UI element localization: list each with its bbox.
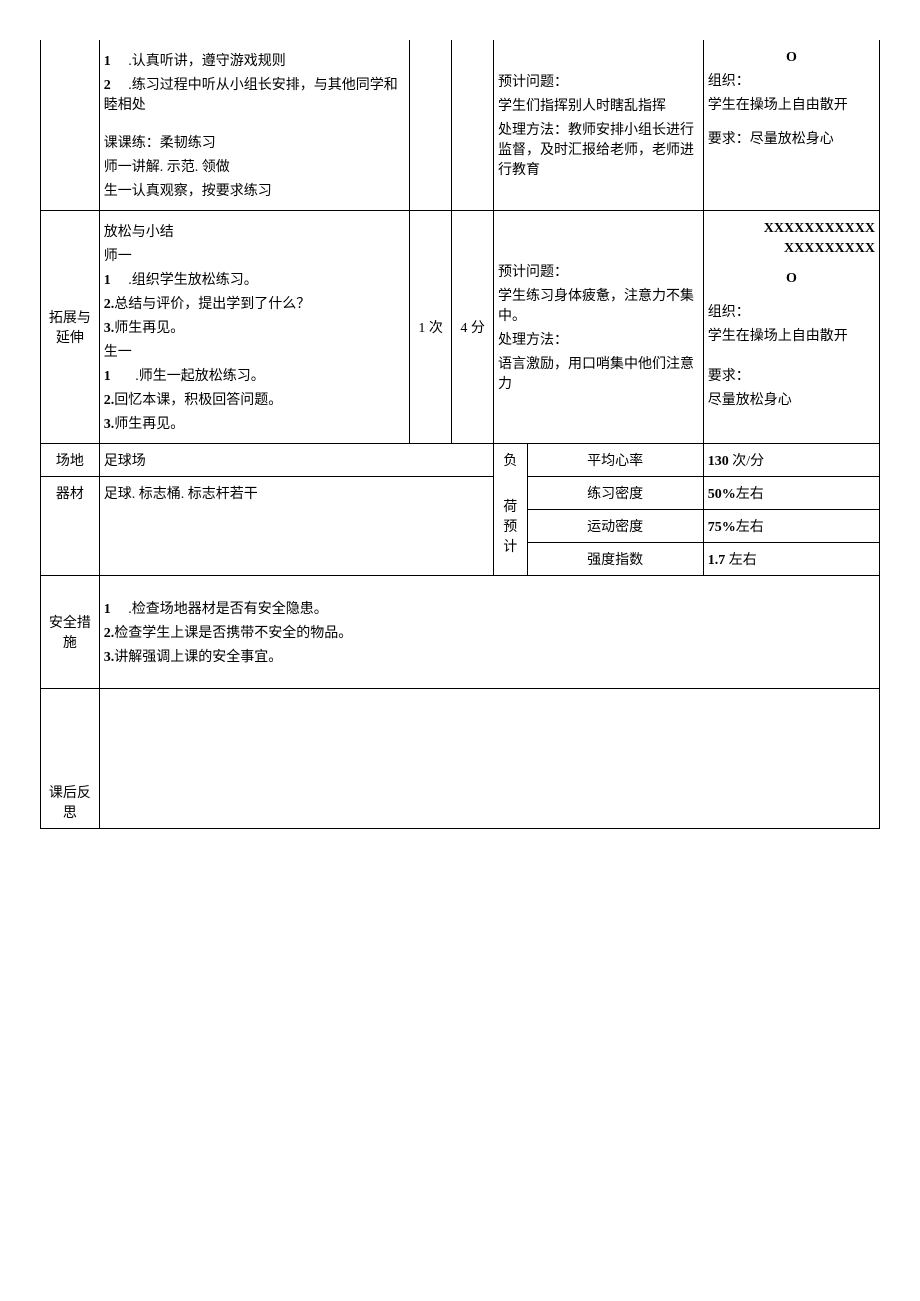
num: 2 [104,78,111,93]
metric-label: 强度指数 [527,543,703,576]
txt: 学生练习身体疲惫，注意力不集中。 [498,285,699,325]
txt: 学生在操场上自由散开 [708,94,875,114]
table-row: 拓展与延伸 放松与小结 师一 1 .组织学生放松练习。 2.总结与评价，提出学到… [41,211,880,444]
table-row: 强度指数 1.7 左右 [41,543,880,576]
num: 1 [104,54,111,69]
metric-label: 练习密度 [527,477,703,510]
txt: 生一 [104,341,405,361]
txt: 学生在操场上自由散开 [708,325,875,345]
num: 3. [104,650,115,665]
table-row: 场地 足球场 负 平均心率 130 次/分 [41,444,880,477]
empty-cell [452,40,494,211]
marker-x: XXXXXXXXX [708,241,875,257]
problem-cell: 预计问题： 学生们指挥别人时瞎乱指挥 处理方法：教师安排小组长进行监督，及时汇报… [494,40,704,211]
txt: 语言激励，用口哨集中他们注意力 [498,353,699,393]
txt: 要求：尽量放松身心 [708,128,875,148]
num: 1 [104,369,111,384]
reflection-content [99,689,879,829]
txt: 处理方法：教师安排小组长进行监督，及时汇报给老师，老师进行教育 [498,119,699,179]
num: 2. [104,626,115,641]
val-num: 130 [708,454,729,469]
txt: 师一 [104,245,405,265]
metric-value: 50%左右 [703,477,879,510]
txt: 师生再见。 [114,417,184,432]
num: 2. [104,393,115,408]
load-label-2: 荷 预计 [494,477,528,576]
txt: 师一讲解. 示范. 领做 [104,156,405,176]
empty-cell [410,40,452,211]
txt: 组织： [708,301,875,321]
reflection-label: 课后反思 [41,689,100,829]
org-cell: XXXXXXXXXXX XXXXXXXXX O 组织： 学生在操场上自由散开 要… [703,211,879,444]
txt: 预计问题： [498,261,699,281]
problem-cell: 预计问题： 学生练习身体疲惫，注意力不集中。 处理方法： 语言激励，用口哨集中他… [494,211,704,444]
table-row: 1 .认真听讲，遵守游戏规则 2 .练习过程中听从小组长安排，与其他同学和睦相处… [41,40,880,211]
txt: 课课练：柔韧练习 [104,132,405,152]
num: 2. [104,297,115,312]
table-row: 课后反思 [41,689,880,829]
field-label: 场地 [41,444,100,477]
metric-value: 130 次/分 [703,444,879,477]
activity-cell: 1 .认真听讲，遵守游戏规则 2 .练习过程中听从小组长安排，与其他同学和睦相处… [99,40,409,211]
equip-value: 足球. 标志桶. 标志杆若干 [99,477,493,510]
num: 3. [104,321,115,336]
table-row: 器材 足球. 标志桶. 标志杆若干 荷 预计 练习密度 50%左右 [41,477,880,510]
txt: .练习过程中听从小组长安排，与其他同学和睦相处 [104,78,398,113]
activity-cell: 放松与小结 师一 1 .组织学生放松练习。 2.总结与评价，提出学到了什么？ 3… [99,211,409,444]
num: 1 [104,602,111,617]
marker-o: O [708,50,875,66]
equip-label: 器材 [41,477,100,510]
table-row: 安全措施 1 .检查场地器材是否有安全隐患。 2.检查学生上课是否携带不安全的物… [41,576,880,689]
marker-x: XXXXXXXXXXX [708,221,875,237]
metric-value: 1.7 左右 [703,543,879,576]
times-cell: 1 次 [410,211,452,444]
val-num: 1.7 [708,553,726,568]
metric-value: 75%左右 [703,510,879,543]
txt: .师生一起放松练习。 [135,369,265,384]
empty-cell [41,40,100,211]
txt: 学生们指挥别人时瞎乱指挥 [498,95,699,115]
txt: 师生再见。 [114,321,184,336]
section-label: 拓展与延伸 [41,211,100,444]
field-value: 足球场 [99,444,493,477]
empty-cell [41,510,100,543]
txt: 总结与评价，提出学到了什么？ [114,297,310,312]
safety-label: 安全措施 [41,576,100,689]
txt: 要求： [708,365,875,385]
metric-label: 运动密度 [527,510,703,543]
txt: 组织： [708,70,875,90]
val-num: 75% [708,520,736,535]
marker-o: O [708,271,875,287]
txt: .认真听讲，遵守游戏规则 [128,54,286,69]
txt: 预计问题： [498,71,699,91]
val-num: 50% [708,487,736,502]
num: 3. [104,417,115,432]
txt: .检查场地器材是否有安全隐患。 [128,602,328,617]
txt: 回忆本课，积极回答问题。 [114,393,282,408]
num: 1 [104,273,111,288]
txt: 检查学生上课是否携带不安全的物品。 [114,626,352,641]
txt: 讲解强调上课的安全事宜。 [114,650,282,665]
txt: .组织学生放松练习。 [128,273,258,288]
empty-cell [99,543,493,576]
empty-cell [41,543,100,576]
metric-label: 平均心率 [527,444,703,477]
txt: 处理方法： [498,329,699,349]
txt: 尽量放松身心 [708,389,875,409]
load-label: 负 [494,444,528,477]
txt: 放松与小结 [104,221,405,241]
safety-content: 1 .检查场地器材是否有安全隐患。 2.检查学生上课是否携带不安全的物品。 3.… [99,576,879,689]
table-row: 运动密度 75%左右 [41,510,880,543]
lesson-plan-table: 1 .认真听讲，遵守游戏规则 2 .练习过程中听从小组长安排，与其他同学和睦相处… [40,40,880,829]
txt: 生一认真观察，按要求练习 [104,180,405,200]
org-cell: O 组织： 学生在操场上自由散开 要求：尽量放松身心 [703,40,879,211]
duration-cell: 4 分 [452,211,494,444]
empty-cell [99,510,493,543]
